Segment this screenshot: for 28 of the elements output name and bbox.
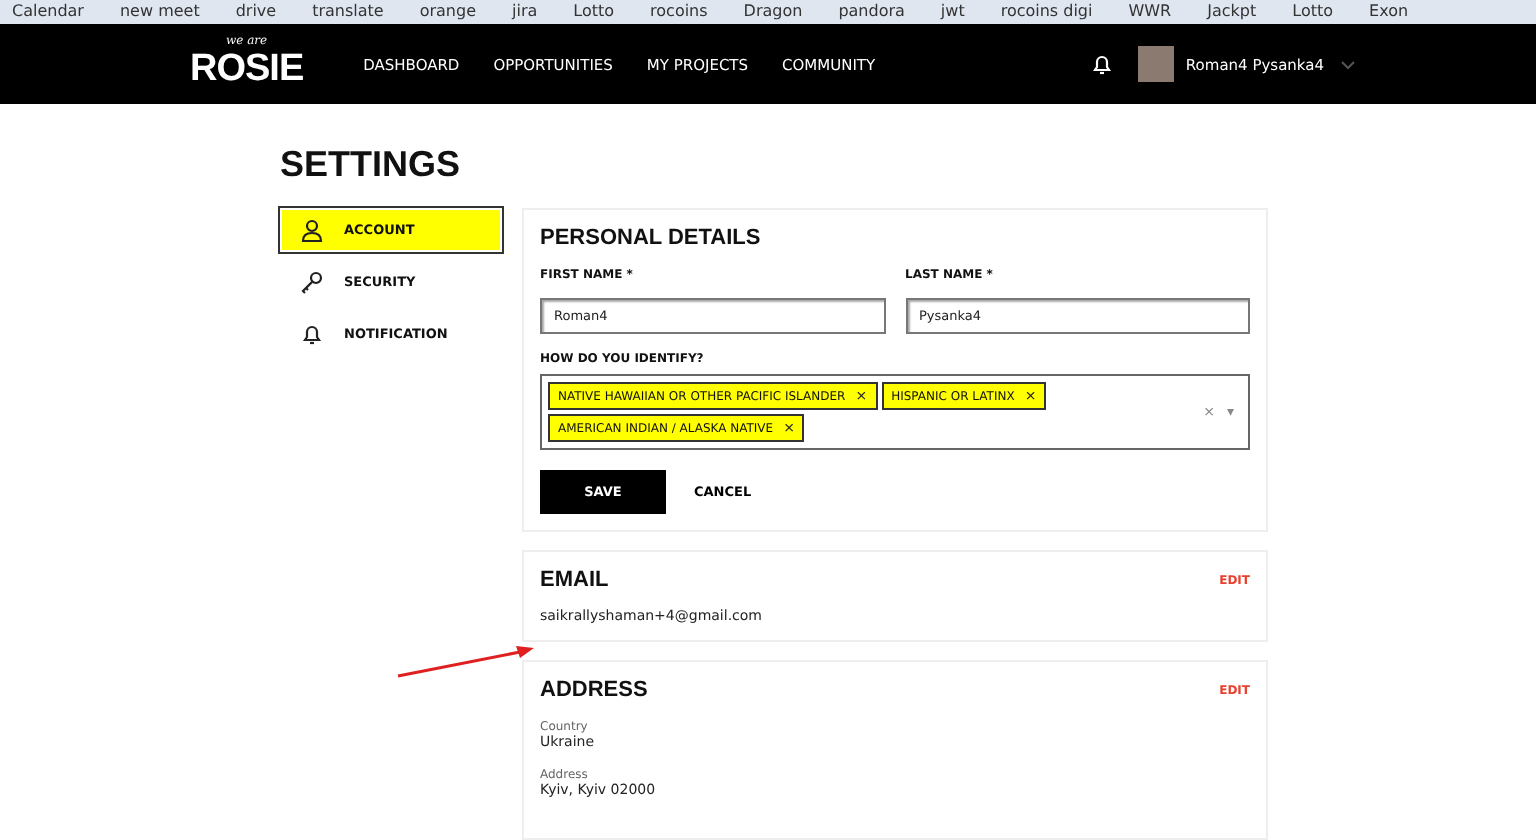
bookmark-link[interactable]: Calendar (12, 2, 84, 22)
logo[interactable]: ROSIE (190, 48, 304, 92)
bookmark-link[interactable]: orange (419, 2, 476, 22)
bookmark-link[interactable]: Jackpt (1207, 2, 1257, 22)
section-title: ADDRESS (540, 678, 648, 702)
chevron-down-icon[interactable] (1340, 56, 1356, 72)
bookmark-link[interactable]: rocoins (650, 2, 708, 22)
bookmark-link[interactable]: Dragon (743, 2, 803, 22)
bookmark-link[interactable]: translate (312, 2, 384, 22)
notification-icon[interactable] (1089, 52, 1114, 76)
page-title: SETTINGS (280, 144, 463, 186)
key-icon (300, 270, 324, 294)
bookmark-link[interactable]: new meet (119, 2, 200, 22)
bookmark-link[interactable]: pandora (838, 2, 905, 22)
bookmark-link[interactable]: WWR (1128, 2, 1172, 22)
person-icon (300, 218, 324, 242)
bookmark-link[interactable]: Lotto (1292, 2, 1334, 22)
bookmark-link[interactable]: rocoins digi (1000, 2, 1093, 22)
section-title: PERSONAL DETAILS (540, 226, 763, 250)
bell-icon (300, 322, 324, 346)
bookmark-link[interactable]: jira (512, 2, 538, 22)
section-title: EMAIL (540, 568, 609, 592)
avatar-photo[interactable] (1137, 46, 1174, 82)
bookmark-link[interactable]: Exon (1369, 2, 1409, 22)
annotation-arrow (396, 644, 536, 680)
bookmark-link[interactable]: jwt (940, 2, 965, 22)
bookmark-link[interactable]: Lotto (573, 2, 615, 22)
bookmark-link[interactable]: drive (235, 2, 277, 22)
